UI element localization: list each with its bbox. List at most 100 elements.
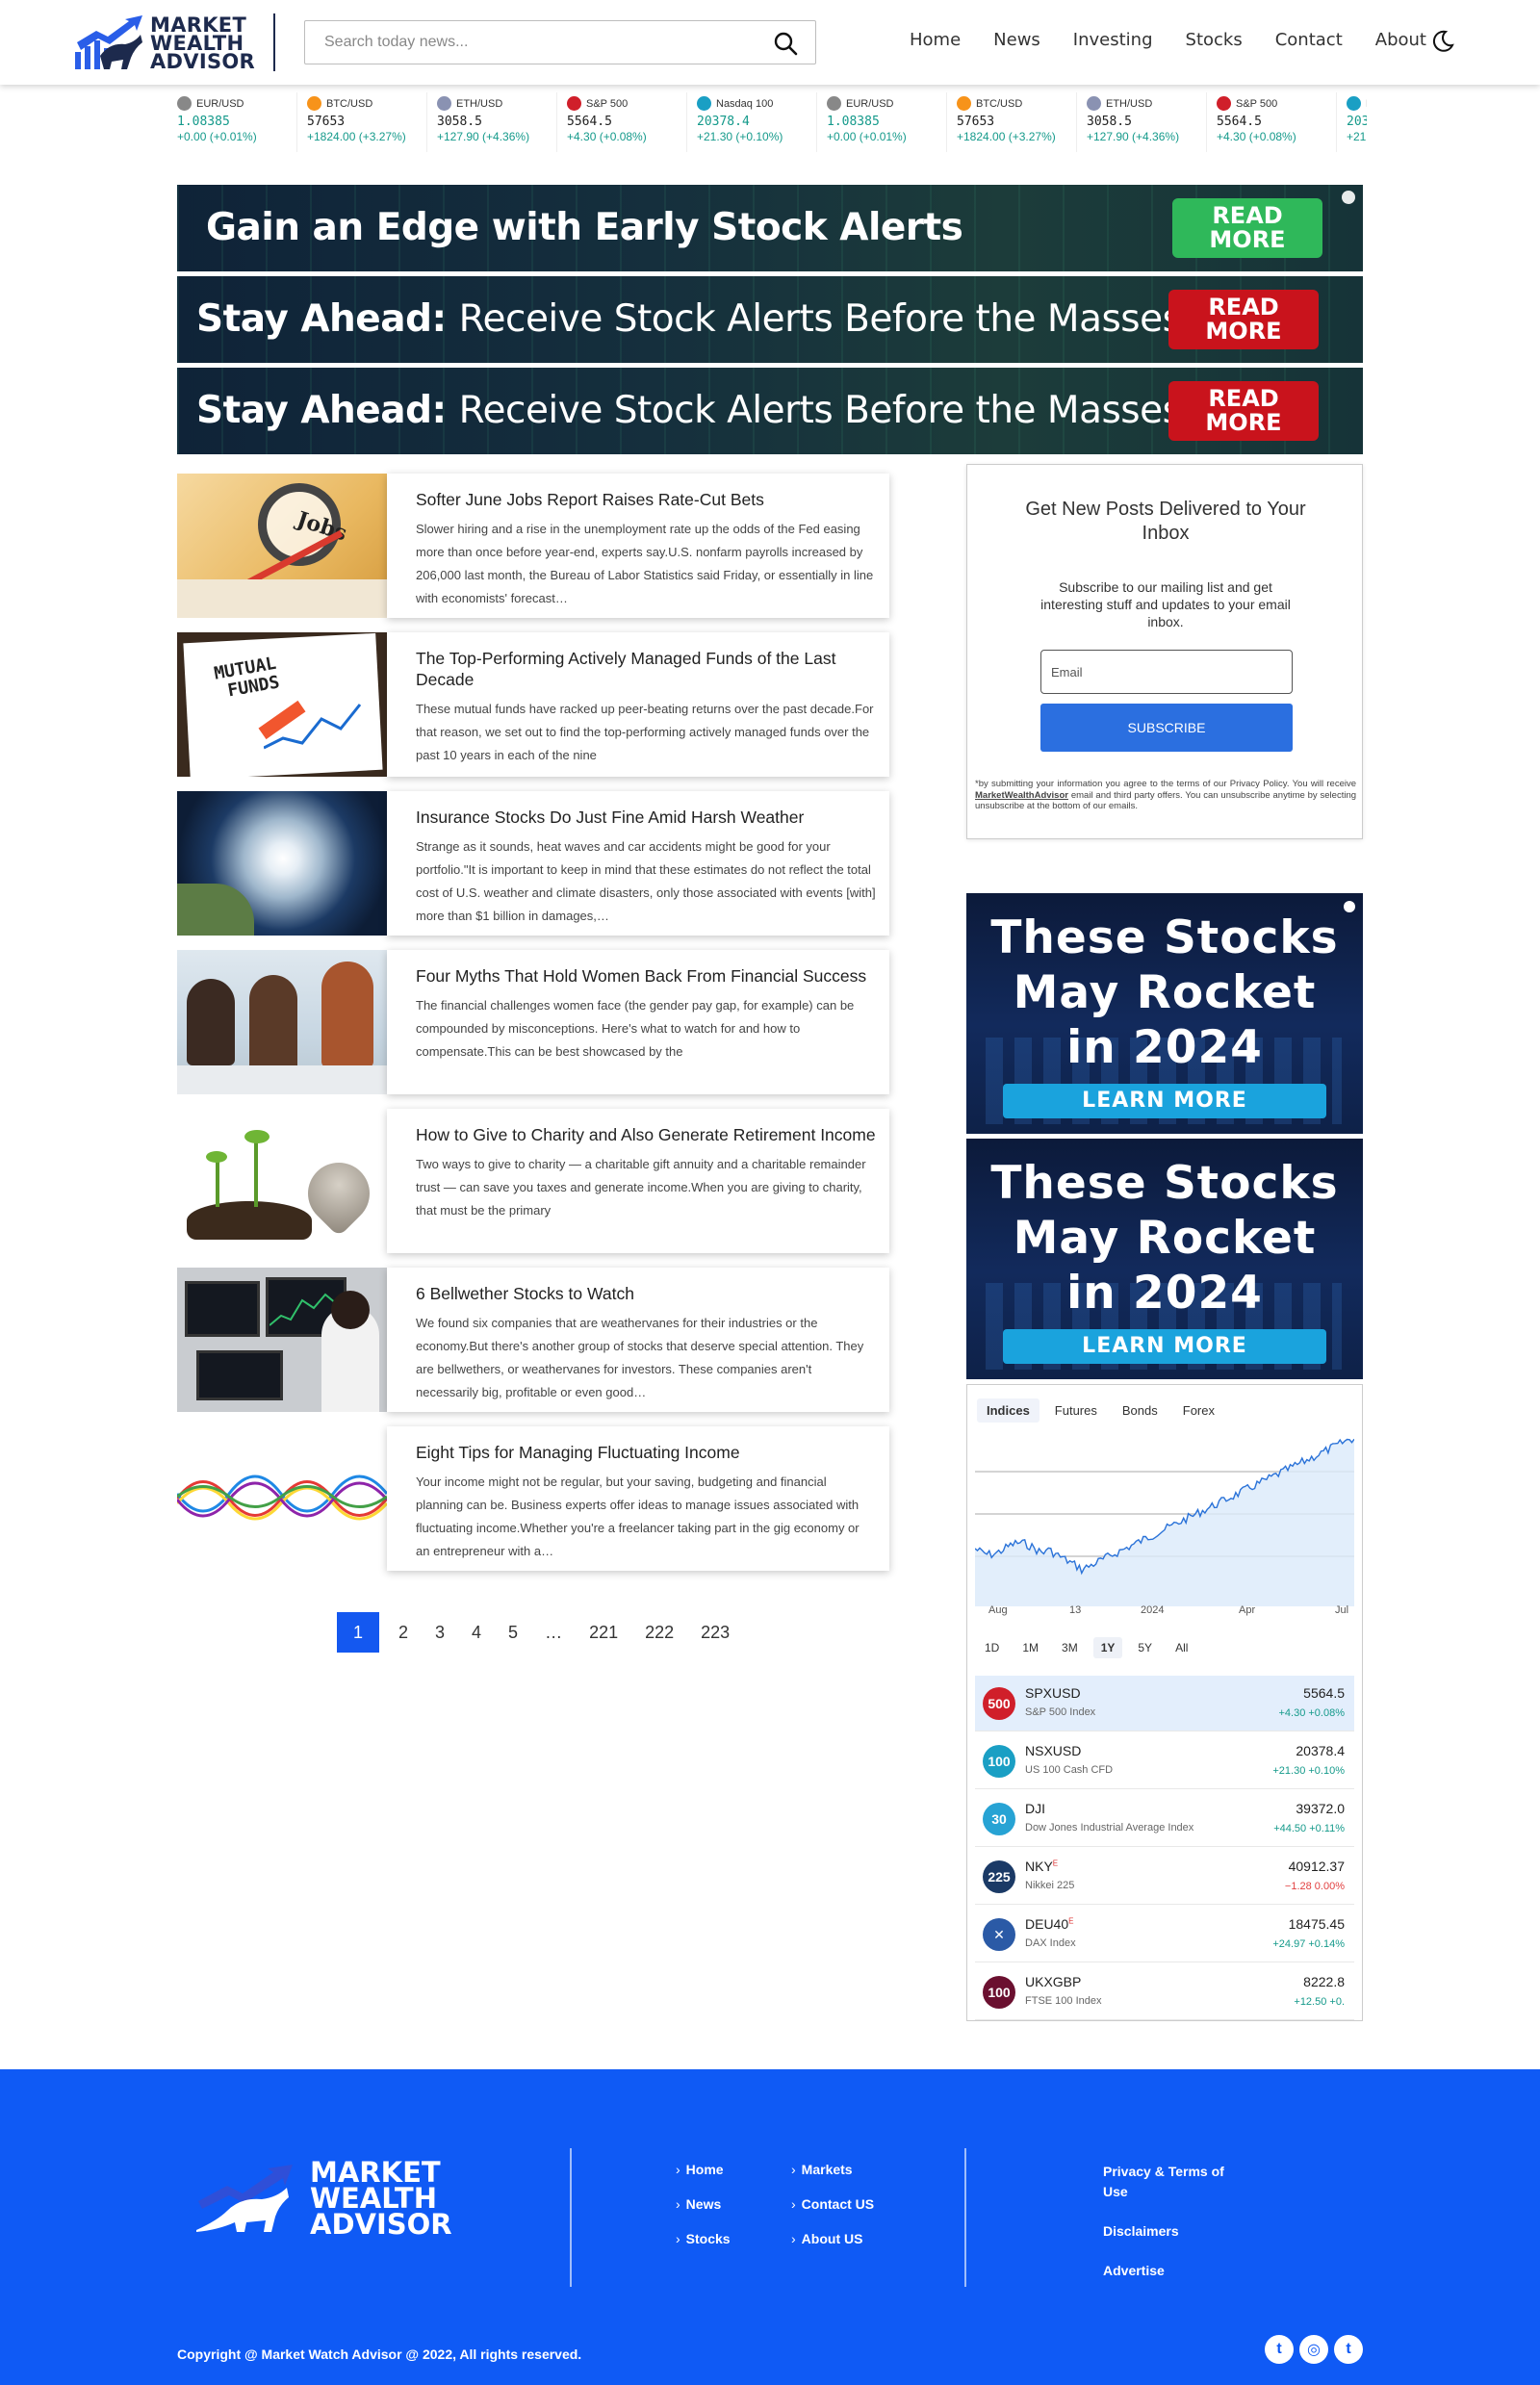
site-logo[interactable]: MARKET WEALTH ADVISOR [71,13,275,73]
index-row[interactable]: 500 SPXUSD S&P 500 Index 5564.5 +4.30 +0.08% [975,1676,1354,1731]
article-card[interactable]: Insurance Stocks Do Just Fine Amid Harsh… [177,791,889,936]
nav-news[interactable]: News [993,30,1040,50]
article-excerpt: Slower hiring and a rise in the unemploy… [416,522,874,605]
women-talking-image[interactable] [177,950,387,1094]
mutual-funds-notebook-image[interactable]: MUTUAL FUNDS [177,632,387,777]
search-icon[interactable] [773,31,798,56]
ticker-item[interactable]: Nasdaq 100 20378.4 +21.30 (+0.10%) [687,92,817,152]
article-card[interactable]: MUTUAL FUNDS The Top-Performing Actively … [177,632,889,777]
ticker-item[interactable]: BTC/USD 57653 +1824.00 (+3.27%) [297,92,427,152]
article-title[interactable]: Eight Tips for Managing Fluctuating Inco… [416,1442,876,1463]
ticker-item[interactable]: N 20378.4+21.30 (+0. [1337,92,1367,152]
stock-alert-banner[interactable]: Stay Ahead: Receive Stock Alerts Before … [177,276,1363,363]
article-body: Insurance Stocks Do Just Fine Amid Harsh… [387,791,889,936]
nav-stocks[interactable]: Stocks [1186,30,1243,50]
ticker-item[interactable]: EUR/USD 1.08385 +0.00 (+0.01%) [817,92,947,152]
article-card[interactable]: Four Myths That Hold Women Back From Fin… [177,950,889,1094]
tab-forex[interactable]: Forex [1173,1398,1224,1423]
article-title[interactable]: Insurance Stocks Do Just Fine Amid Harsh… [416,807,876,828]
tab-bonds[interactable]: Bonds [1113,1398,1168,1423]
seedlings-heart-image[interactable] [177,1109,387,1253]
privacy-brand-link[interactable]: MarketWealthAdvisor [975,790,1068,801]
footer-link-advertise[interactable]: Advertise [1103,2261,1247,2281]
article-card[interactable]: 6 Bellwether Stocks to Watch We found six… [177,1268,889,1412]
page-current[interactable]: 1 [337,1612,379,1653]
nav-home[interactable]: Home [910,30,961,50]
index-row[interactable]: 100 NSXUSD US 100 Cash CFD 20378.4 +21.30 +0… [975,1733,1354,1789]
twitter-icon[interactable]: t [1334,2335,1363,2364]
article-title[interactable]: The Top-Performing Actively Managed Fund… [416,648,876,690]
article-title[interactable]: How to Give to Charity and Also Generate… [416,1124,876,1145]
ticker-item[interactable]: ETH/USD 3058.5 +127.90 (+4.36%) [427,92,557,152]
article-title[interactable]: 6 Bellwether Stocks to Watch [416,1283,876,1304]
index-row[interactable]: 30 DJI Dow Jones Industrial Average Index 3… [975,1791,1354,1847]
email-field[interactable] [1040,650,1293,694]
ticker-item[interactable]: S&P 500 5564.5 +4.30 (+0.08%) [1207,92,1337,152]
dark-mode-moon-icon[interactable] [1430,29,1455,54]
range-3m[interactable]: 3M [1054,1637,1086,1658]
ticker-item[interactable]: ETH/USD 3058.5 +127.90 (+4.36%) [1077,92,1207,152]
footer-link-contact[interactable]: › Contact US [791,2196,874,2212]
stock-alert-banner[interactable]: Stay Ahead: Receive Stock Alerts Before … [177,368,1363,454]
page-link[interactable]: 221 [589,1623,618,1643]
jobs-magnifier-image[interactable]: Jobs [177,474,387,618]
article-excerpt: Strange as it sounds, heat waves and car… [416,839,876,923]
subscribe-button[interactable]: SUBSCRIBE [1040,704,1293,752]
ad-choices-icon[interactable] [1342,191,1355,204]
nav-investing[interactable]: Investing [1073,30,1153,50]
nav-contact[interactable]: Contact [1275,30,1343,50]
article-title[interactable]: Four Myths That Hold Women Back From Fin… [416,965,876,987]
range-1d[interactable]: 1D [977,1637,1007,1658]
learn-more-button[interactable]: LEARN MORE [1003,1084,1326,1118]
footer-link-markets[interactable]: › Markets [791,2162,874,2177]
footer-link-disclaimers[interactable]: Disclaimers [1103,2221,1247,2242]
page-link[interactable]: 223 [701,1623,730,1643]
stocks-rocket-ad[interactable]: These Stocks May Rocket in 2024 LEARN MORE [966,1139,1363,1379]
stocks-rocket-ad[interactable]: These Stocks May Rocket in 2024 LEARN MORE [966,893,1363,1134]
page-link[interactable]: 5 [508,1623,518,1643]
trader-screens-image[interactable] [177,1268,387,1412]
index-row[interactable]: ✕ DEU40E DAX Index 18475.45 +24.97 +0.14% [975,1907,1354,1962]
index-row[interactable]: 100 UKXGBP FTSE 100 Index 8222.8 +12.50 +0. [975,1964,1354,2020]
article-card[interactable]: How to Give to Charity and Also Generate… [177,1109,889,1253]
tab-futures[interactable]: Futures [1045,1398,1107,1423]
footer-link-about[interactable]: › About US [791,2231,874,2246]
range-all[interactable]: All [1168,1637,1195,1658]
ticker-item[interactable]: BTC/USD 57653 +1824.00 (+3.27%) [947,92,1077,152]
footer-logo[interactable]: MARKET WEALTH ADVISOR [189,2159,452,2239]
nav-about[interactable]: About [1375,30,1426,50]
index-line-chart[interactable] [975,1433,1354,1606]
article-body: The Top-Performing Actively Managed Fund… [387,632,889,777]
hurricane-satellite-image[interactable] [177,791,387,936]
read-more-button[interactable]: READ MORE [1172,198,1322,258]
footer-link-privacy[interactable]: Privacy & Terms of Use [1103,2162,1247,2202]
social-links: t ◎ t [1265,2335,1363,2364]
article-title[interactable]: Softer June Jobs Report Raises Rate-Cut … [416,489,876,510]
range-1y[interactable]: 1Y [1092,1637,1123,1658]
footer-link-stocks[interactable]: › Stocks [676,2231,731,2246]
footer-link-home[interactable]: › Home [676,2162,731,2177]
learn-more-button[interactable]: LEARN MORE [1003,1329,1326,1364]
page-link[interactable]: 2 [398,1623,408,1643]
ad-choices-icon[interactable] [1344,901,1355,912]
article-card[interactable]: Jobs Softer June Jobs Report Raises Rate-… [177,474,889,618]
ticker-item[interactable]: EUR/USD 1.08385 +0.00 (+0.01%) [173,92,297,152]
tab-indices[interactable]: Indices [977,1398,1040,1423]
colorful-waves-image[interactable] [177,1426,387,1571]
stock-alert-banner[interactable]: Gain an Edge with Early Stock Alerts READ… [177,185,1363,271]
range-1m[interactable]: 1M [1014,1637,1046,1658]
page-link[interactable]: 222 [645,1623,674,1643]
index-row[interactable]: 225 NKYE Nikkei 225 40912.37 −1.28 0.00% [975,1849,1354,1905]
read-more-button[interactable]: READ MORE [1168,381,1319,441]
instagram-icon[interactable]: ◎ [1299,2335,1328,2364]
article-card[interactable]: Eight Tips for Managing Fluctuating Inco… [177,1426,889,1571]
range-5y[interactable]: 5Y [1130,1637,1160,1658]
x-label-jul: Jul [1335,1604,1349,1616]
search-input[interactable] [305,34,748,51]
page-link[interactable]: 3 [435,1623,445,1643]
page-link[interactable]: 4 [472,1623,481,1643]
ticker-item[interactable]: S&P 500 5564.5 +4.30 (+0.08%) [557,92,687,152]
twitter-icon[interactable]: t [1265,2335,1294,2364]
read-more-button[interactable]: READ MORE [1168,290,1319,349]
footer-link-news[interactable]: › News [676,2196,731,2212]
